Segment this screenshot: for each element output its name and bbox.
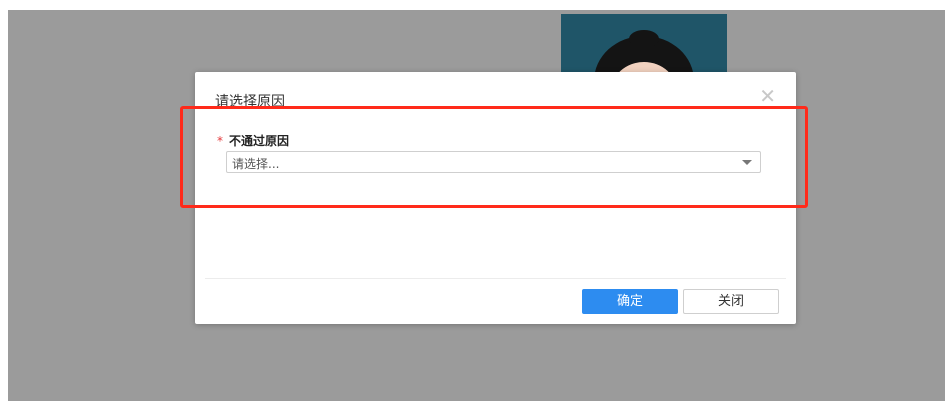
highlight-annotation-box bbox=[180, 106, 808, 208]
page: 请选择原因 ✕ * 不通过原因 请选择... 确定 关闭 bbox=[0, 0, 945, 401]
close-button[interactable]: 关闭 bbox=[683, 289, 779, 314]
close-icon[interactable]: ✕ bbox=[759, 86, 776, 106]
footer-divider bbox=[205, 278, 786, 279]
confirm-button[interactable]: 确定 bbox=[582, 289, 678, 314]
photo-hair-bun bbox=[629, 30, 659, 48]
portrait-photo bbox=[561, 14, 727, 74]
